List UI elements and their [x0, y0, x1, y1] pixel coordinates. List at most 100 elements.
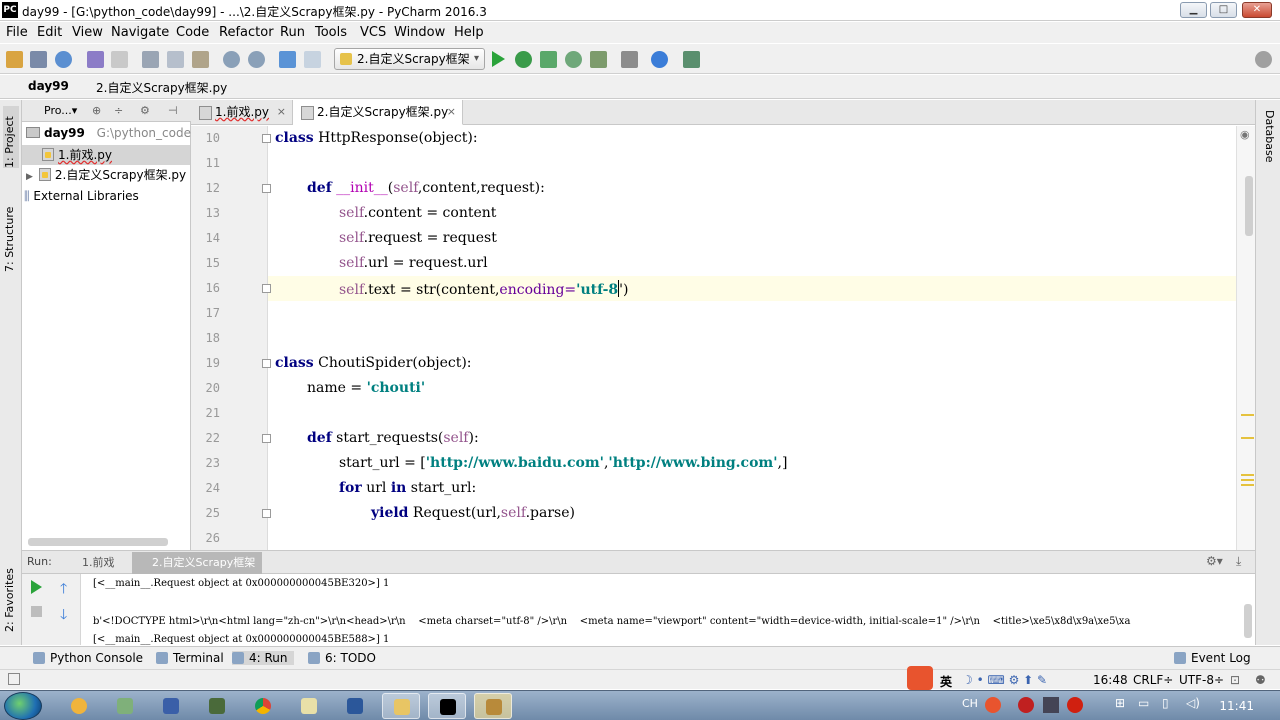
close-tab-icon[interactable]: ×	[277, 100, 286, 124]
warning-marker[interactable]	[1241, 414, 1254, 416]
fold-marker-icon[interactable]	[262, 434, 271, 443]
run-icon[interactable]	[492, 51, 505, 67]
menu-file[interactable]: File	[6, 25, 28, 40]
taskbar-explorer[interactable]	[382, 693, 420, 719]
sdk-icon[interactable]	[683, 51, 700, 68]
menu-window[interactable]: Window	[394, 25, 445, 40]
tab-2-scrapy[interactable]: 2.自定义Scrapy框架.py ×	[293, 100, 463, 125]
tray-sogou-icon[interactable]	[985, 697, 1001, 713]
save-icon[interactable]	[30, 51, 47, 68]
run-console[interactable]: 🡑 🡓 [<__main__.Request object at 0x00000…	[22, 574, 1255, 645]
menu-tools[interactable]: Tools	[315, 25, 347, 40]
sogou-ime-icon[interactable]	[907, 666, 933, 690]
locate-icon[interactable]: ⊕	[92, 104, 101, 117]
tray-icon[interactable]	[1067, 697, 1083, 713]
gear-icon[interactable]: ⚙	[140, 104, 150, 117]
tree-external-libraries[interactable]: ⫼ External Libraries	[22, 186, 139, 206]
run-tab-1[interactable]: 1.前戏	[62, 552, 132, 574]
menu-code[interactable]: Code	[176, 25, 209, 40]
warning-marker[interactable]	[1241, 484, 1254, 486]
todo-button[interactable]: 6: TODO	[308, 651, 376, 665]
cut-icon[interactable]	[142, 51, 159, 68]
taskbar-app[interactable]	[198, 693, 236, 719]
taskbar-chrome[interactable]	[244, 693, 282, 719]
taskbar-app[interactable]	[290, 693, 328, 719]
coverage-icon[interactable]	[540, 51, 557, 68]
warning-marker[interactable]	[1241, 437, 1254, 439]
hide-panel-icon[interactable]: ⤓	[1236, 554, 1241, 569]
redo-icon[interactable]	[111, 51, 128, 68]
tab-1-qianxi[interactable]: 1.前戏.py ×	[191, 100, 293, 125]
start-button[interactable]	[4, 692, 42, 720]
taskbar-pycharm[interactable]	[428, 693, 466, 719]
project-tool-tab[interactable]: 1: Project	[3, 106, 19, 168]
menu-edit[interactable]: Edit	[37, 25, 62, 40]
tree-file-2[interactable]: ▶ 2.自定义Scrapy框架.py	[22, 165, 186, 185]
taskbar-app[interactable]	[60, 693, 98, 719]
battery-icon[interactable]: ▯	[1162, 696, 1169, 710]
file-encoding[interactable]: UTF-8÷	[1179, 673, 1224, 687]
undo-icon[interactable]	[87, 51, 104, 68]
input-language[interactable]: CH	[962, 697, 978, 710]
warning-marker[interactable]	[1241, 474, 1254, 476]
breadcrumb-project[interactable]: day99	[10, 79, 69, 93]
back-icon[interactable]	[279, 51, 296, 68]
stop-icon[interactable]	[31, 606, 42, 617]
replace-icon[interactable]	[248, 51, 265, 68]
fold-marker-icon[interactable]	[262, 134, 271, 143]
menu-help[interactable]: Help	[454, 25, 484, 40]
menu-vcs[interactable]: VCS	[360, 25, 386, 40]
run-tool-button[interactable]: 4: Run	[232, 651, 294, 665]
run-configuration-select[interactable]: 2.自定义Scrapy框架	[334, 48, 485, 70]
taskbar-app[interactable]	[152, 693, 190, 719]
taskbar-app[interactable]	[106, 693, 144, 719]
minimize-button[interactable]: ▁	[1180, 2, 1207, 18]
rerun-icon[interactable]	[31, 580, 42, 594]
menu-navigate[interactable]: Navigate	[111, 25, 169, 40]
ime-tools-icon[interactable]: ☽ • ⌨ ⚙ ⬆ ✎	[962, 673, 1047, 687]
favorites-tool-tab[interactable]: 2: Favorites	[3, 556, 19, 632]
open-folder-icon[interactable]	[6, 51, 23, 68]
fold-marker-icon[interactable]	[262, 509, 271, 518]
help-icon[interactable]	[651, 51, 668, 68]
settings-icon[interactable]	[621, 51, 638, 68]
run-tab-2[interactable]: 2.自定义Scrapy框架	[132, 552, 262, 574]
fold-marker-icon[interactable]	[262, 184, 271, 193]
console-scrollbar[interactable]	[1244, 604, 1252, 638]
fold-marker-icon[interactable]	[262, 284, 271, 293]
caret-position[interactable]: 16:48	[1093, 673, 1128, 687]
warning-marker[interactable]	[1241, 479, 1254, 481]
taskbar-word[interactable]	[336, 693, 374, 719]
readonly-lock-icon[interactable]: ⊡	[1230, 673, 1240, 687]
sync-icon[interactable]	[55, 51, 72, 68]
paste-icon[interactable]	[192, 51, 209, 68]
tray-icon[interactable]	[1043, 697, 1059, 713]
ime-language-label[interactable]: 英	[940, 673, 952, 690]
maximize-button[interactable]: □	[1210, 2, 1237, 18]
event-log-button[interactable]: Event Log	[1174, 651, 1251, 665]
taskbar-app[interactable]	[474, 693, 512, 719]
scroll-up-icon[interactable]: 🡑	[60, 578, 67, 602]
tray-icon[interactable]	[1018, 697, 1034, 713]
fold-marker-icon[interactable]	[262, 359, 271, 368]
database-tool-tab[interactable]: Database	[1260, 110, 1276, 176]
copy-icon[interactable]	[167, 51, 184, 68]
structure-tool-tab[interactable]: 7: Structure	[3, 192, 19, 272]
network-icon[interactable]: ⊞	[1115, 696, 1125, 710]
menu-run[interactable]: Run	[280, 25, 305, 40]
project-view-select[interactable]: Pro...▾	[44, 104, 77, 117]
inspection-eye-icon[interactable]: ◉	[1240, 128, 1250, 141]
forward-icon[interactable]	[304, 51, 321, 68]
tree-file-1[interactable]: 1.前戏.py	[22, 145, 190, 165]
find-icon[interactable]	[223, 51, 240, 68]
python-console-button[interactable]: Python Console	[33, 651, 143, 665]
horizontal-scrollbar[interactable]	[28, 538, 168, 546]
breadcrumb-file[interactable]: 2.自定义Scrapy框架.py	[80, 79, 227, 96]
display-icon[interactable]: ▭	[1138, 696, 1149, 710]
code-editor[interactable]: 10 11 12 13 14 15 16 17 18 19 20 21 22 2…	[191, 126, 1255, 550]
line-separator[interactable]: CRLF÷	[1133, 673, 1173, 687]
concurrency-icon[interactable]	[590, 51, 607, 68]
volume-icon[interactable]: ◁)	[1186, 696, 1200, 710]
profile-icon[interactable]	[565, 51, 582, 68]
tree-root[interactable]: day99 G:\python_code\d	[26, 123, 203, 143]
